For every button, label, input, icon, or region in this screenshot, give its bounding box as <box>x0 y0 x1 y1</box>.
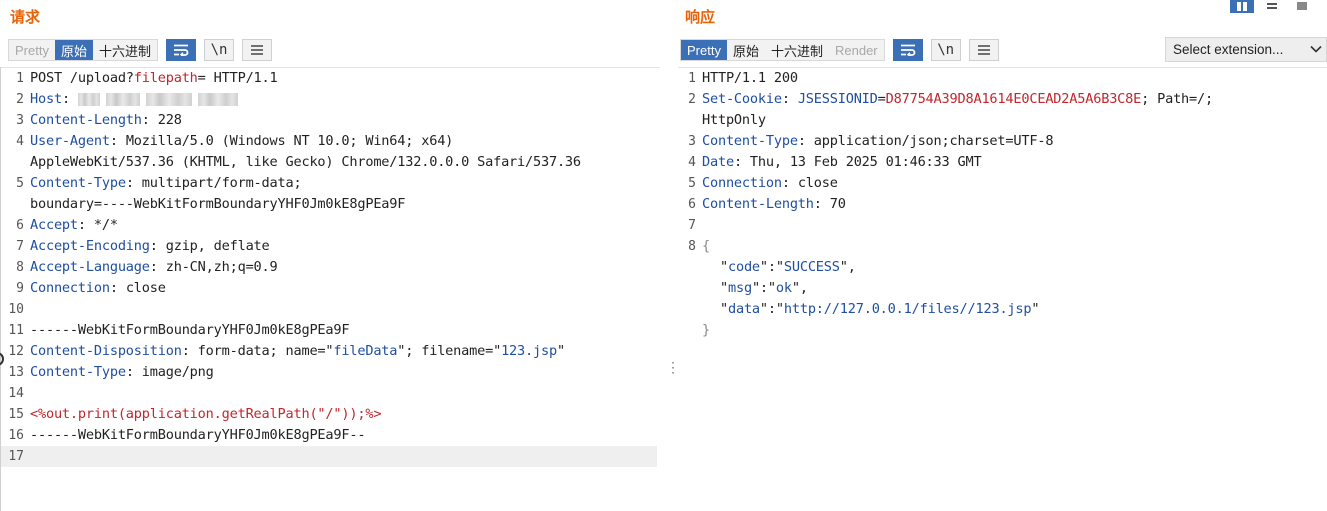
request-line-6: 6 Accept: */* <box>16 217 118 233</box>
tab-raw[interactable]: 原始 <box>54 40 93 60</box>
request-line-9: 9 Connection: close <box>16 280 166 296</box>
menu-icon <box>251 45 263 55</box>
response-line-4: 4 Date: Thu, 13 Feb 2025 01:46:33 GMT <box>688 154 982 170</box>
newline-toggle-button[interactable]: \n <box>930 39 961 61</box>
request-line-13: 13 Content-Type: image/png <box>8 364 214 380</box>
stacked-view-icon <box>1267 2 1277 9</box>
request-line-15: 15 <%out.print(application.getRealPath("/… <box>8 406 382 422</box>
response-line-6: 6 Content-Length: 70 <box>688 196 846 212</box>
menu-icon <box>977 45 990 55</box>
chevron-down-icon <box>1310 45 1322 53</box>
request-line-10: 10 <box>8 302 24 317</box>
response-json-close: } <box>702 322 710 338</box>
select-extension-label: Select extension... <box>1173 42 1284 57</box>
response-editor[interactable]: 1 HTTP/1.1 200 2 Set-Cookie: JSESSIONID=D8… <box>678 67 1327 511</box>
request-line-16: 16 ------WebKitFormBoundaryYHF0Jm0kE8gPEa… <box>8 427 366 443</box>
wrap-lines-icon <box>900 44 916 56</box>
response-line-1: 1 HTTP/1.1 200 <box>688 70 798 86</box>
tab-hex[interactable]: 十六进制 <box>93 40 157 60</box>
response-line-8: 8{ <box>688 238 710 254</box>
request-line-1: 1 POST /upload?filepath= HTTP/1.1 <box>16 70 278 86</box>
response-json-data: "data":"http://127.0.0.1/files//123.jsp" <box>720 301 1040 317</box>
request-toolbar: Pretty 原始 十六进制 \n <box>8 38 272 62</box>
response-line-5: 5 Connection: close <box>688 175 838 191</box>
redacted-host <box>77 91 244 107</box>
newline-toggle-button[interactable]: \n <box>204 39 234 61</box>
layout-tabs-button[interactable] <box>1290 0 1314 13</box>
request-menu-button[interactable] <box>242 39 272 61</box>
newline-toggle-icon: \n <box>937 42 955 58</box>
request-line-4-cont: AppleWebKit/537.36 (KHTML, like Gecko) C… <box>30 154 581 170</box>
layout-split-button[interactable] <box>1230 0 1254 13</box>
request-line-14: 14 <box>8 386 24 401</box>
response-menu-button[interactable] <box>968 39 999 61</box>
response-line-2-cont: HttpOnly <box>702 112 766 128</box>
request-line-5: 5 Content-Type: multipart/form-data; <box>16 175 302 191</box>
request-line-2: 2 Host: <box>0 89 660 110</box>
wrap-lines-button[interactable] <box>892 39 923 61</box>
response-pane: 响应 Pretty 原始 十六进制 Render \n Select exten… <box>678 0 1327 511</box>
request-line-11: 11 ------WebKitFormBoundaryYHF0Jm0kE8gPEa… <box>8 322 350 338</box>
response-toolbar: Pretty 原始 十六进制 Render \n <box>680 38 999 62</box>
response-line-2: 2 Set-Cookie: JSESSIONID=D87754A39D8A1614… <box>688 91 1213 107</box>
tab-pretty[interactable]: Pretty <box>681 40 727 60</box>
request-line-12: 12 Content-Disposition: form-data; name="… <box>8 343 565 359</box>
layout-stacked-button[interactable] <box>1260 0 1284 13</box>
tab-hex[interactable]: 十六进制 <box>765 40 829 60</box>
tab-render[interactable]: Render <box>829 40 884 60</box>
response-title: 响应 <box>685 9 716 26</box>
wrap-lines-icon <box>174 44 189 56</box>
split-view-icon <box>1237 1 1247 11</box>
tabs-view-icon <box>1297 1 1307 10</box>
request-line-17: 17 <box>0 446 657 467</box>
request-title: 请求 <box>10 9 41 26</box>
request-view-tabs: Pretty 原始 十六进制 <box>8 39 158 61</box>
request-pane: 请求 Pretty 原始 十六进制 \n 1 POST /upload?filep… <box>0 0 664 511</box>
newline-toggle-icon: \n <box>210 42 228 58</box>
request-line-3: 3 Content-Length: 228 <box>16 112 182 128</box>
request-line-4: 4 User-Agent: Mozilla/5.0 (Windows NT 10.… <box>16 133 454 149</box>
response-line-7: 7 <box>688 218 696 233</box>
tab-pretty[interactable]: Pretty <box>9 40 55 60</box>
select-extension-dropdown[interactable]: Select extension... <box>1165 37 1327 62</box>
layout-switcher <box>1230 0 1314 13</box>
left-border <box>0 67 1 511</box>
wrap-lines-button[interactable] <box>166 39 196 61</box>
response-json-msg: "msg":"ok", <box>720 280 808 296</box>
request-line-8: 8 Accept-Language: zh-CN,zh;q=0.9 <box>16 259 278 275</box>
response-view-tabs: Pretty 原始 十六进制 Render <box>680 39 885 61</box>
tab-raw[interactable]: 原始 <box>727 40 765 60</box>
response-json-code: "code":"SUCCESS", <box>720 259 856 275</box>
request-editor[interactable]: 1 POST /upload?filepath= HTTP/1.1 2 Host: … <box>0 67 660 511</box>
request-line-5-cont: boundary=----WebKitFormBoundaryYHF0Jm0kE… <box>30 196 406 212</box>
response-line-3: 3 Content-Type: application/json;charset=… <box>688 133 1054 149</box>
pane-divider-handle[interactable]: ⋮ <box>666 360 680 386</box>
request-line-7: 7 Accept-Encoding: gzip, deflate <box>16 238 270 254</box>
